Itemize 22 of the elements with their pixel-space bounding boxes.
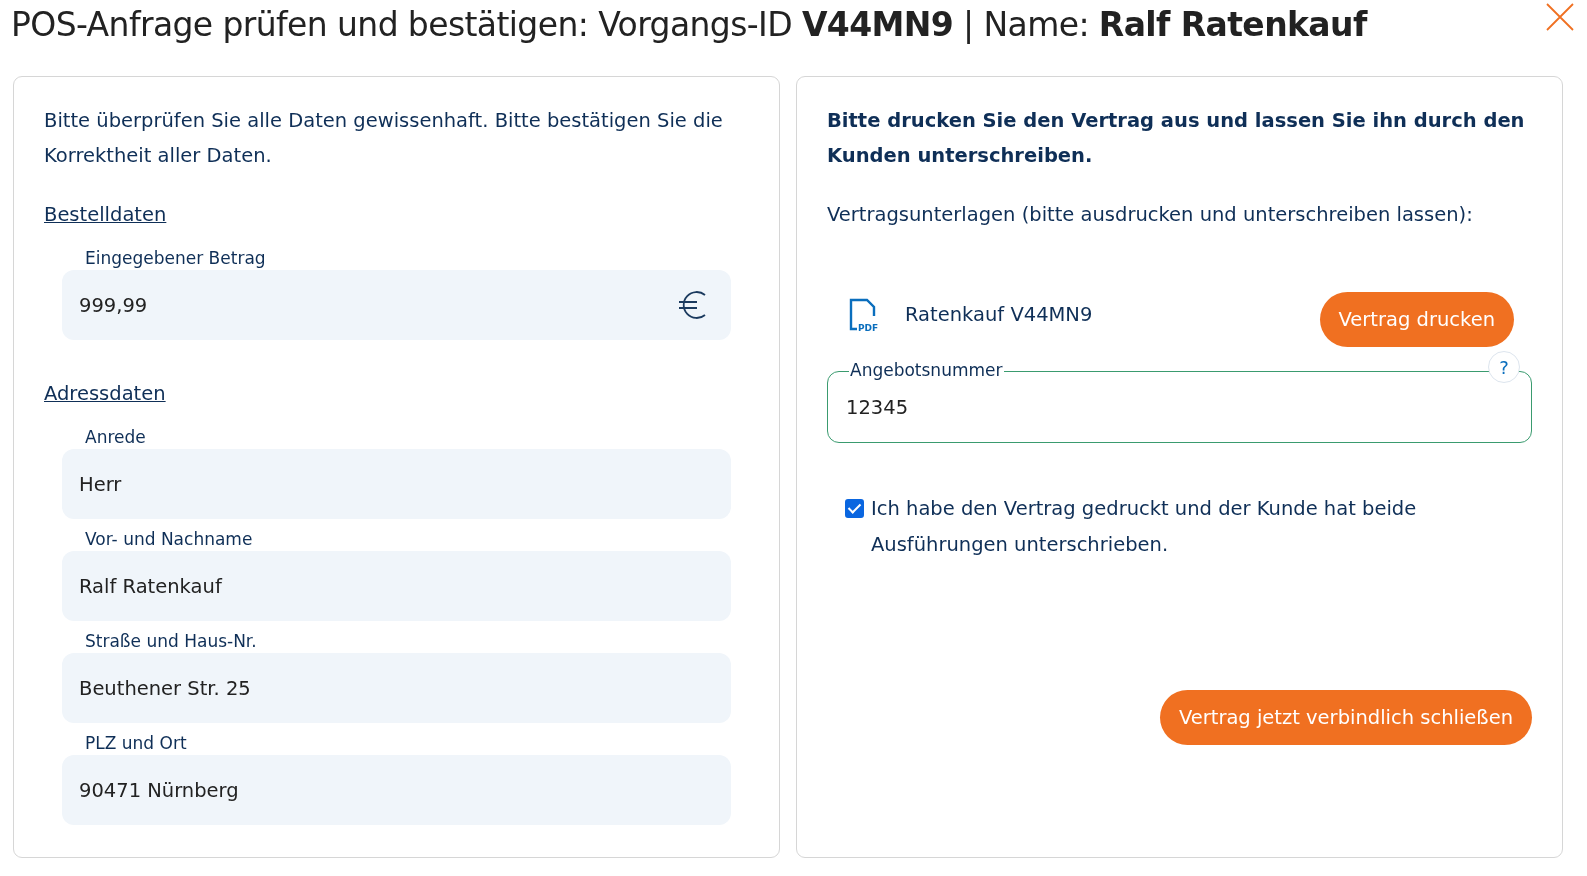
input-field[interactable]: Ralf Ratenkauf bbox=[62, 551, 731, 621]
document-name[interactable]: Ratenkauf V44MN9 bbox=[905, 303, 1093, 326]
instruction-text: Bitte drucken Sie den Vertrag aus und lassen Sie ihn durch den Kunden unterschreiben. bbox=[827, 108, 1526, 169]
checkbox[interactable] bbox=[845, 499, 864, 518]
help-icon[interactable]: ? bbox=[1488, 351, 1520, 383]
field-label: Straße und Haus-Nr. bbox=[85, 631, 257, 651]
input-field[interactable]: 999,99 bbox=[62, 270, 731, 340]
field-label: Anrede bbox=[85, 427, 146, 447]
intro-text: Bitte überprüfen Sie alle Daten gewissenhaft. Bitte bestätigen Sie die Korrektheit aller Daten. bbox=[44, 108, 724, 169]
input-field[interactable]: Beuthener Str. 25 bbox=[62, 653, 731, 723]
field-label: Angebotsnummer bbox=[849, 359, 1004, 381]
input-field[interactable]: Herr bbox=[62, 449, 731, 519]
confirm-label: Ich habe den Vertrag gedruckt und der Kunde hat beide Ausführungen unterschrieben. bbox=[871, 496, 1418, 558]
field-label: Vor- und Nachname bbox=[85, 529, 253, 549]
field-label: Eingegebener Betrag bbox=[85, 248, 266, 268]
field-label: PLZ und Ort bbox=[85, 733, 187, 753]
documents-label: Vertragsunterlagen (bitte ausdrucken und unterschreiben lassen): bbox=[827, 202, 1474, 228]
dialog-title: POS-Anfrage prüfen und bestätigen: Vorgangs-ID V44MN9 | Name: Ralf Ratenkauf bbox=[11, 5, 1367, 44]
section-heading: Adressdaten bbox=[44, 382, 166, 405]
input-field[interactable]: 90471 Nürnberg bbox=[62, 755, 731, 825]
close-icon[interactable] bbox=[1545, 2, 1575, 32]
section-heading: Bestelldaten bbox=[44, 203, 167, 226]
